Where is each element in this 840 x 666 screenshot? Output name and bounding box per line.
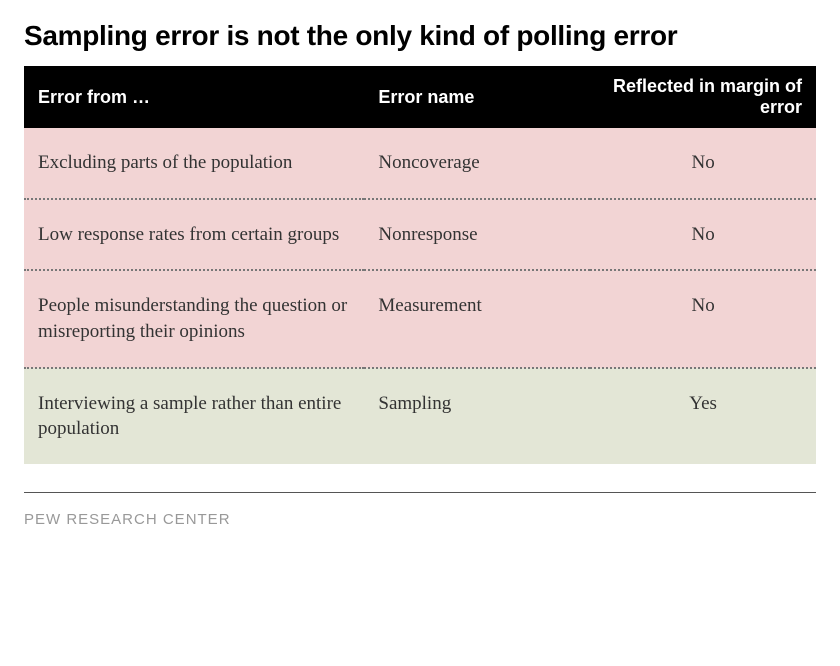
table-row: Interviewing a sample rather than entire…	[24, 368, 816, 464]
cell-reflected: Yes	[590, 368, 816, 464]
cell-name: Measurement	[364, 270, 590, 367]
chart-title: Sampling error is not the only kind of p…	[24, 20, 816, 52]
error-table: Error from … Error name Reflected in mar…	[24, 66, 816, 464]
cell-name: Noncoverage	[364, 128, 590, 199]
col-header-from: Error from …	[24, 66, 364, 128]
footer-divider	[24, 492, 816, 493]
cell-from: Low response rates from certain groups	[24, 199, 364, 271]
cell-from: People misunderstanding the question or …	[24, 270, 364, 367]
cell-reflected: No	[590, 270, 816, 367]
cell-from: Interviewing a sample rather than entire…	[24, 368, 364, 464]
cell-name: Sampling	[364, 368, 590, 464]
col-header-reflected: Reflected in margin of error	[590, 66, 816, 128]
cell-reflected: No	[590, 128, 816, 199]
table-header-row: Error from … Error name Reflected in mar…	[24, 66, 816, 128]
cell-name: Nonresponse	[364, 199, 590, 271]
table-body: Excluding parts of the population Noncov…	[24, 128, 816, 464]
table-row: Excluding parts of the population Noncov…	[24, 128, 816, 199]
table-row: People misunderstanding the question or …	[24, 270, 816, 367]
cell-reflected: No	[590, 199, 816, 271]
table-row: Low response rates from certain groups N…	[24, 199, 816, 271]
cell-from: Excluding parts of the population	[24, 128, 364, 199]
col-header-name: Error name	[364, 66, 590, 128]
source-credit: PEW RESEARCH CENTER	[24, 511, 816, 528]
